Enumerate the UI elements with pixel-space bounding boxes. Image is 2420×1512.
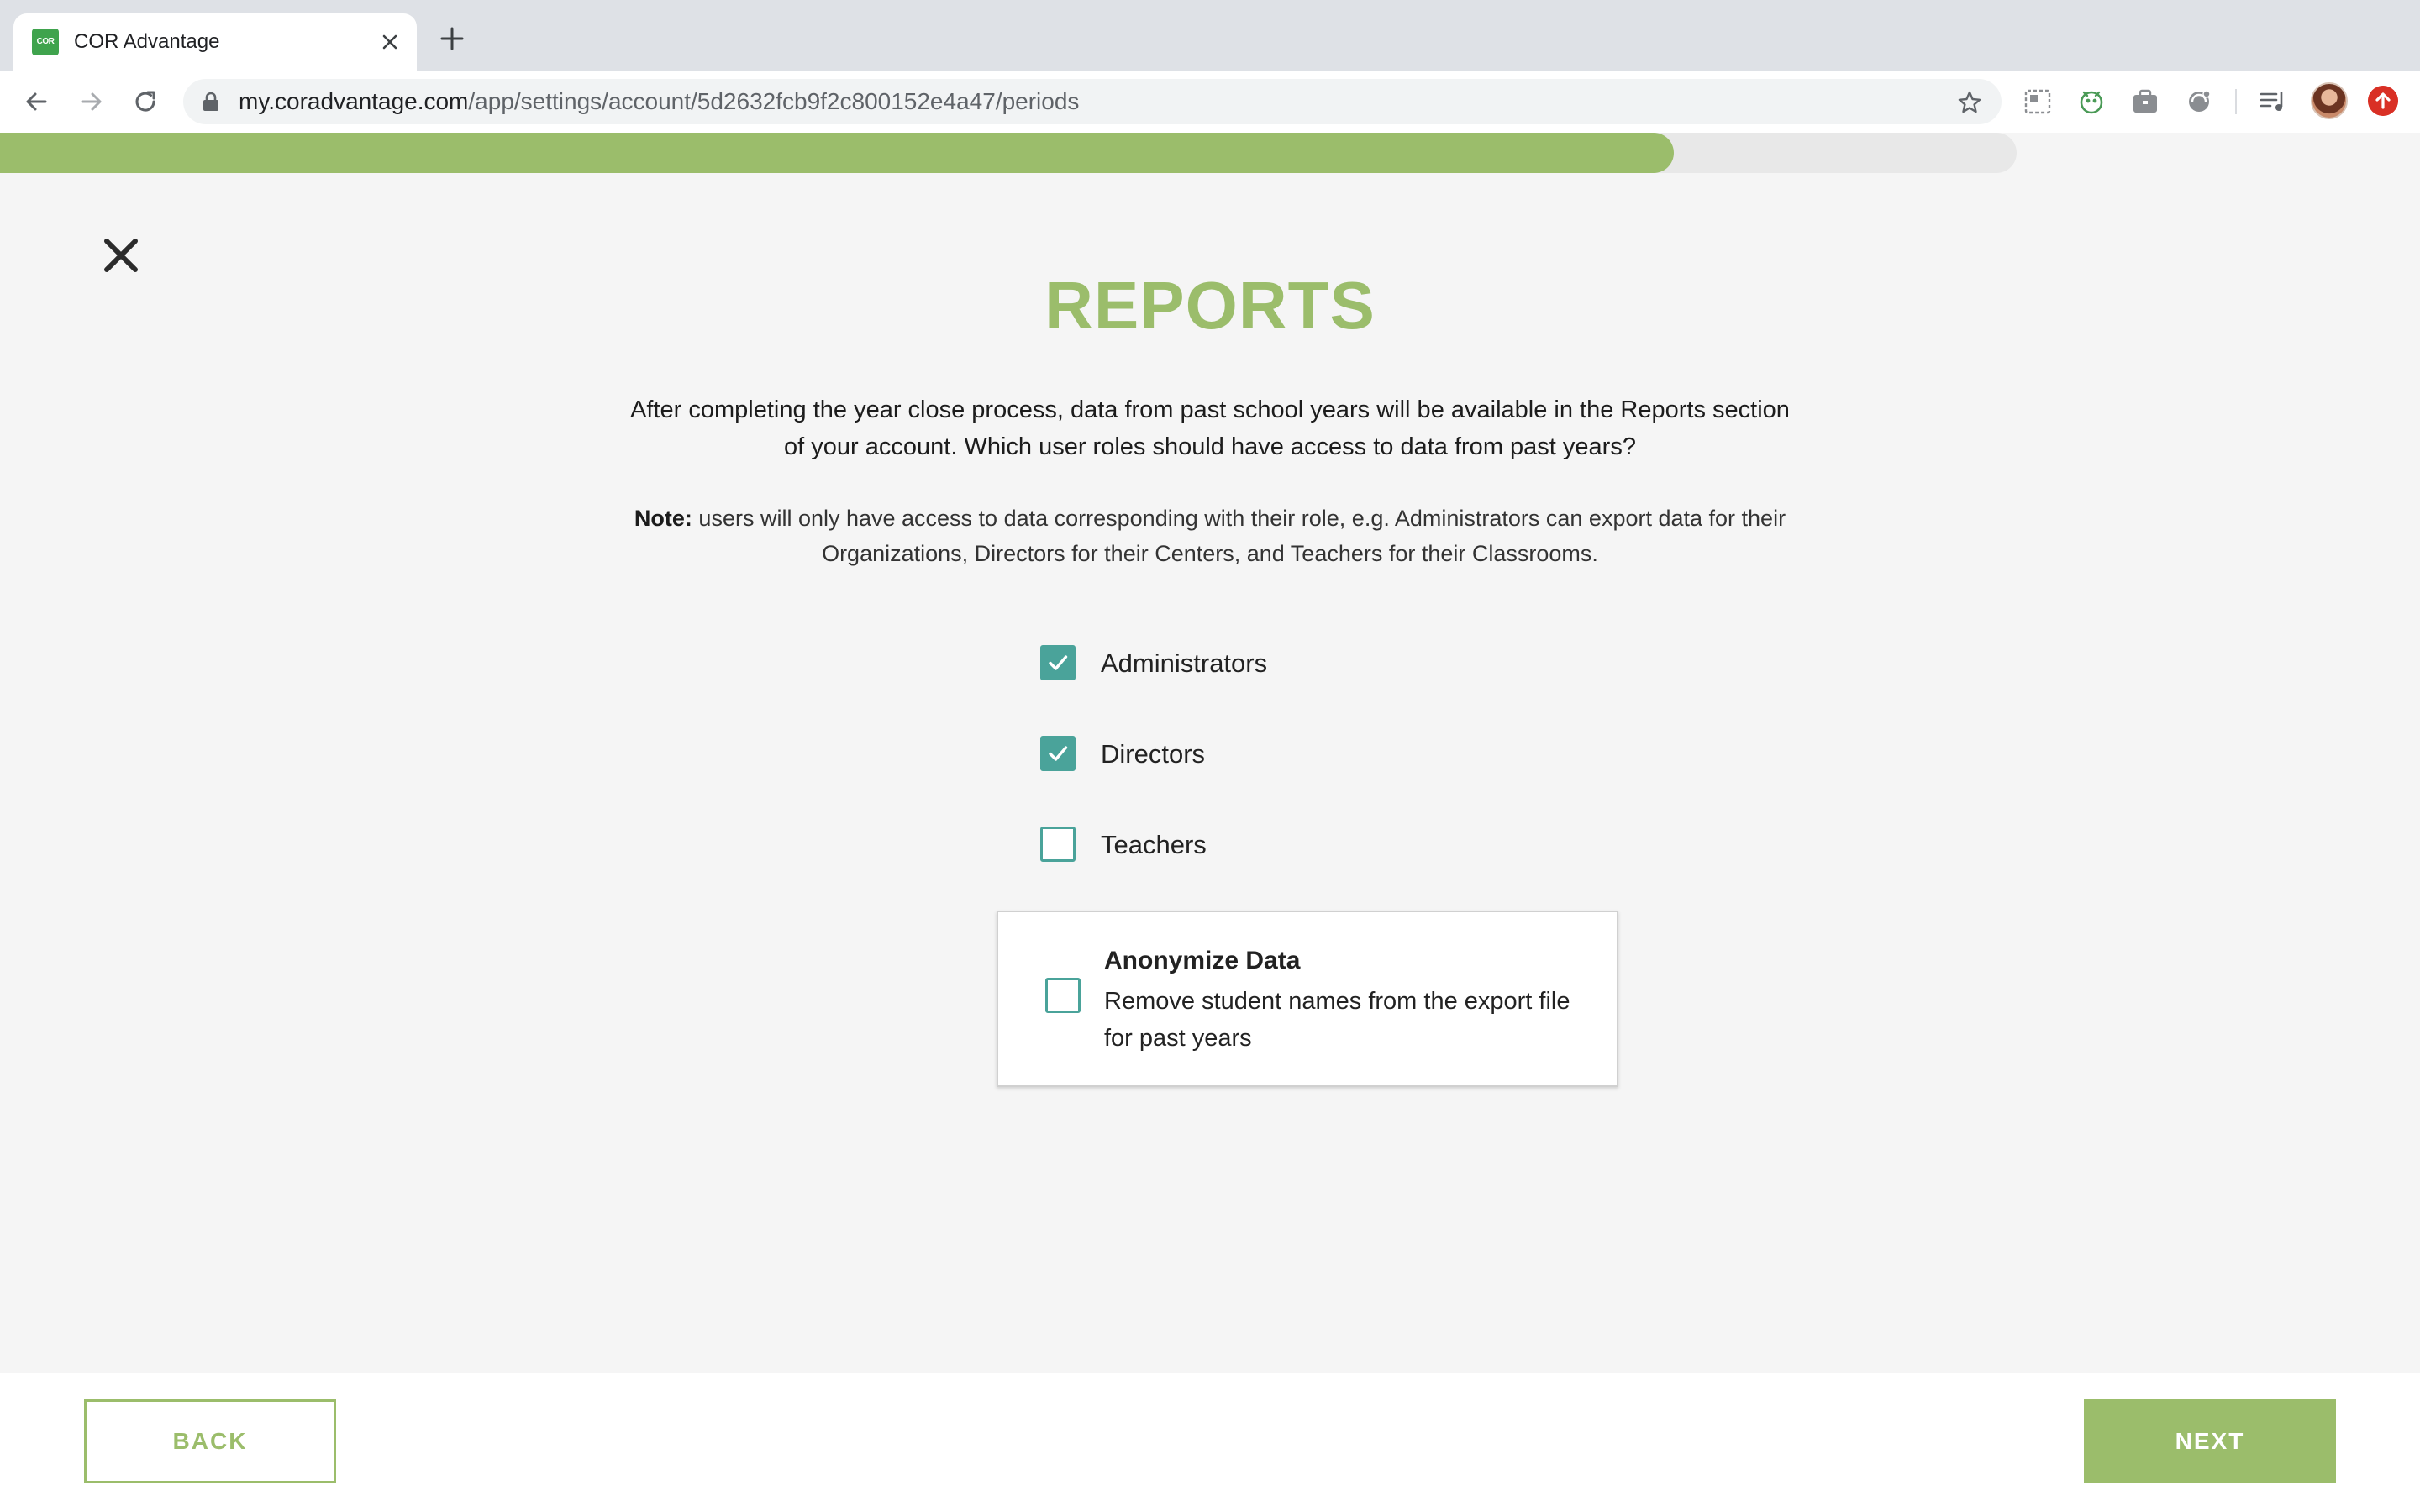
progress-bar-fill [0,133,1674,173]
toolbar-divider [2235,89,2237,114]
extension-icon[interactable] [2022,86,2054,118]
page-title: REPORTS [1044,268,1376,343]
url-path: /app/settings/account/5d2632fcb9f2c80015… [468,88,1080,114]
bookmark-star-icon[interactable] [1956,89,1983,116]
checkmark-icon [1049,655,1068,670]
administrators-checkbox[interactable] [1040,645,1076,680]
next-button[interactable]: NEXT [2084,1399,2336,1483]
media-icon[interactable] [2257,86,2289,118]
forward-icon[interactable] [76,86,108,118]
role-label: Administrators [1101,648,1268,678]
address-bar[interactable]: my.coradvantage.com/app/settings/account… [183,79,2002,124]
tab-title: COR Advantage [74,30,220,53]
checkmark-icon [1049,746,1068,761]
new-tab-icon[interactable] [437,24,467,54]
browser-tab-strip: COR COR Advantage [0,0,2420,71]
reload-icon[interactable] [129,86,161,118]
anonymize-title: Anonymize Data [1104,947,1301,974]
teachers-checkbox[interactable] [1040,827,1076,862]
extension-icon[interactable] [2075,86,2107,118]
anonymize-data-card[interactable]: Anonymize Data Remove student names from… [997,911,1618,1087]
back-button[interactable]: BACK [84,1399,336,1483]
browser-toolbar: my.coradvantage.com/app/settings/account… [0,71,2420,133]
note-text: Note: users will only have access to dat… [622,501,1798,571]
url-host: my.coradvantage.com [239,88,469,114]
note-body: users will only have access to data corr… [692,506,1786,566]
role-label: Teachers [1101,830,1207,859]
anonymize-description: Remove student names from the export fil… [1104,988,1570,1052]
progress-bar [0,133,2017,173]
update-icon[interactable] [2368,86,2398,116]
intro-text: After completing the year close process,… [630,396,1790,460]
extension-icon[interactable] [2183,86,2215,118]
note-label: Note: [634,506,692,531]
browser-tab[interactable]: COR COR Advantage [13,13,417,71]
directors-checkbox[interactable] [1040,736,1076,771]
role-label: Directors [1101,739,1206,769]
profile-avatar[interactable] [2311,82,2348,119]
url-text: my.coradvantage.com/app/settings/account… [239,89,1079,114]
extension-icon[interactable] [2129,86,2161,118]
close-tab-icon[interactable] [376,29,403,55]
favicon-icon: COR [32,29,59,55]
lock-icon [203,92,218,111]
footer-bar: BACK NEXT [0,1373,2420,1512]
anonymize-data-checkbox[interactable] [1045,978,1081,1013]
back-icon[interactable] [20,86,52,118]
